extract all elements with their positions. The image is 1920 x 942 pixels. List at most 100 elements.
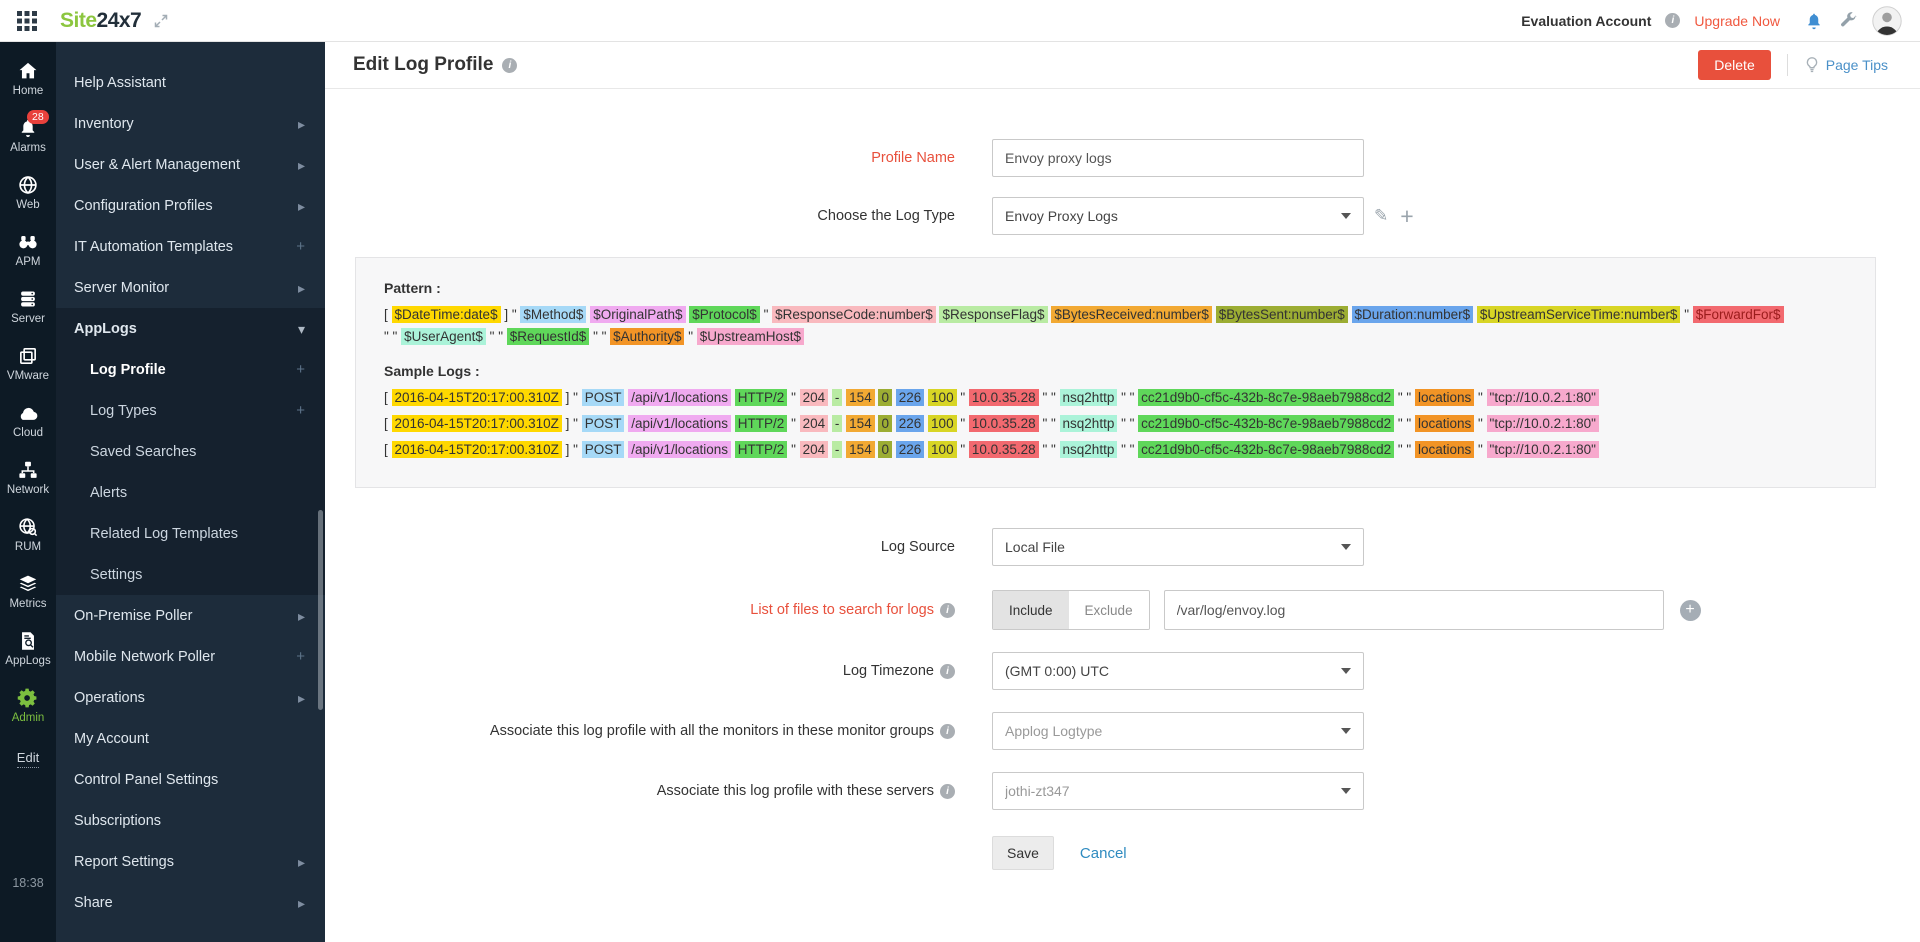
sidebar-item-operations[interactable]: Operations bbox=[56, 677, 325, 718]
sidebar-item-user-alert-management[interactable]: User & Alert Management bbox=[56, 144, 325, 185]
page-title-info-icon[interactable] bbox=[502, 57, 518, 73]
rail-item-label: VMware bbox=[6, 370, 50, 382]
notifications-bell-icon[interactable] bbox=[1804, 11, 1824, 31]
monitor-groups-dropdown[interactable]: Applog Logtype bbox=[992, 712, 1364, 750]
site24x7-logo[interactable]: Site 24x7 bbox=[60, 9, 142, 33]
rail-item-cloud[interactable]: Cloud bbox=[0, 392, 56, 449]
rail-item-applogs[interactable]: AppLogs bbox=[0, 620, 56, 677]
sidebar-item-settings[interactable]: Settings bbox=[56, 554, 325, 595]
rail-item-vmware[interactable]: VMware bbox=[0, 335, 56, 392]
log-token-blue: 226 bbox=[895, 441, 925, 458]
log-token-cyan: nsq2http bbox=[1059, 441, 1118, 458]
rail-items: Home 28 Alarms Web APM Server VMware Cloud Netwo… bbox=[0, 50, 56, 780]
log-token-red: 10.0.35.28 bbox=[968, 441, 1039, 458]
apps-grid-icon[interactable] bbox=[16, 10, 38, 32]
include-toggle-option[interactable]: Include bbox=[993, 591, 1069, 629]
log-token-plain: [ bbox=[384, 442, 392, 457]
rail-item-label: Server bbox=[11, 313, 45, 325]
file-path-input[interactable] bbox=[1163, 590, 1664, 630]
monitor-groups-label: Associate this log profile with all the … bbox=[325, 723, 955, 739]
pattern-preview-box: Pattern : [ $DateTime:date$ ] " $Method$… bbox=[355, 257, 1876, 488]
log-token-plain: ] " bbox=[561, 390, 582, 405]
chevron-down-icon bbox=[298, 322, 305, 336]
rail-item-rum[interactable]: RUM bbox=[0, 506, 56, 563]
profile-name-input[interactable] bbox=[992, 139, 1364, 177]
rail-item-admin[interactable]: Admin bbox=[0, 677, 56, 734]
log-token-olive: $BytesSent:number$ bbox=[1215, 306, 1348, 323]
page-tips-link[interactable]: Page Tips bbox=[1826, 57, 1888, 73]
sidebar-item-applogs[interactable]: AppLogs bbox=[56, 308, 325, 349]
server-icon bbox=[17, 288, 39, 310]
rail-item-network[interactable]: Network bbox=[0, 449, 56, 506]
sidebar-item-report-settings[interactable]: Report Settings bbox=[56, 841, 325, 882]
chevron-right-icon bbox=[298, 117, 305, 131]
add-file-button[interactable] bbox=[1679, 599, 1701, 621]
upgrade-now-link[interactable]: Upgrade Now bbox=[1694, 13, 1780, 29]
sidebar-item-server-monitor[interactable]: Server Monitor bbox=[56, 267, 325, 308]
rail-item-home[interactable]: Home bbox=[0, 50, 56, 107]
alarm-count-badge: 28 bbox=[27, 110, 49, 124]
sidebar: Help Assistant Inventory User & Alert Mana… bbox=[56, 42, 325, 942]
sidebar-item-help-assistant[interactable]: Help Assistant bbox=[56, 62, 325, 103]
log-token-pink: $UpstreamHost$ bbox=[696, 328, 805, 345]
rail-item-web[interactable]: Web bbox=[0, 164, 56, 221]
edit-log-type-pencil-icon[interactable] bbox=[1374, 206, 1388, 226]
log-token-green_l: - bbox=[831, 415, 843, 432]
save-button[interactable]: Save bbox=[992, 836, 1054, 870]
log-token-green: $RequestId$ bbox=[506, 328, 590, 345]
chevron-right-icon bbox=[298, 855, 305, 869]
tools-wrench-icon[interactable] bbox=[1838, 11, 1858, 31]
sidebar-item-log-profile[interactable]: Log Profile bbox=[56, 349, 325, 390]
sidebar-item-on-premise-poller[interactable]: On-Premise Poller bbox=[56, 595, 325, 636]
rail-item-apm[interactable]: APM bbox=[0, 221, 56, 278]
log-token-plain: ] " bbox=[561, 442, 582, 457]
sidebar-item-related-log-templates[interactable]: Related Log Templates bbox=[56, 513, 325, 554]
log-source-dropdown[interactable]: Local File bbox=[992, 528, 1364, 566]
cancel-link[interactable]: Cancel bbox=[1080, 845, 1127, 862]
rail-item-metrics[interactable]: Metrics bbox=[0, 563, 56, 620]
exclude-toggle-option[interactable]: Exclude bbox=[1068, 591, 1149, 629]
sidebar-item-configuration-profiles[interactable]: Configuration Profiles bbox=[56, 185, 325, 226]
servers-dropdown[interactable]: jothi-zt347 bbox=[992, 772, 1364, 810]
account-info-icon[interactable] bbox=[1665, 13, 1681, 28]
sidebar-item-alerts[interactable]: Alerts bbox=[56, 472, 325, 513]
log-token-green: cc21d9b0-cf5c-432b-8c7e-98aeb7988cd2 bbox=[1138, 441, 1395, 458]
sidebar-item-subscriptions[interactable]: Subscriptions bbox=[56, 800, 325, 841]
delete-button[interactable]: Delete bbox=[1698, 50, 1771, 80]
log-type-value: Envoy Proxy Logs bbox=[1005, 208, 1118, 224]
log-token-plain: [ bbox=[384, 416, 392, 431]
rail-item-edit[interactable]: Edit bbox=[0, 734, 56, 780]
sidebar-item-control-panel-settings[interactable]: Control Panel Settings bbox=[56, 759, 325, 800]
user-avatar[interactable] bbox=[1872, 5, 1902, 36]
log-token-plain: [ bbox=[384, 390, 392, 405]
log-token-blue_l: POST bbox=[581, 441, 625, 458]
sidebar-item-saved-searches[interactable]: Saved Searches bbox=[56, 431, 325, 472]
log-token-yellow: 2016-04-15T20:17:00.310Z bbox=[391, 415, 562, 432]
sidebar-item-inventory[interactable]: Inventory bbox=[56, 103, 325, 144]
sidebar-item-mobile-network-poller[interactable]: Mobile Network Poller bbox=[56, 636, 325, 677]
file-list-info-icon[interactable] bbox=[940, 602, 955, 618]
sidebar-item-it-automation-templates[interactable]: IT Automation Templates bbox=[56, 226, 325, 267]
rail-item-label: Edit bbox=[16, 750, 40, 768]
sidebar-item-share[interactable]: Share bbox=[56, 882, 325, 923]
monitor-groups-info-icon[interactable] bbox=[940, 723, 955, 739]
log-token-blue: 226 bbox=[895, 389, 925, 406]
rail-item-server[interactable]: Server bbox=[0, 278, 56, 335]
rail-item-alarms[interactable]: 28 Alarms bbox=[0, 107, 56, 164]
servers-info-icon[interactable] bbox=[940, 783, 955, 799]
log-token-plain: " " bbox=[1117, 442, 1139, 457]
log-source-label: Log Source bbox=[880, 539, 955, 555]
log-token-orange: locations bbox=[1414, 415, 1475, 432]
sidebar-item-my-account[interactable]: My Account bbox=[56, 718, 325, 759]
sidebar-scrollbar[interactable] bbox=[318, 510, 323, 710]
timezone-dropdown[interactable]: (GMT 0:00) UTC bbox=[992, 652, 1364, 690]
timezone-info-icon[interactable] bbox=[940, 663, 955, 679]
sidebar-item-partial-item[interactable] bbox=[56, 923, 325, 942]
timezone-label-text: Log Timezone bbox=[842, 663, 934, 679]
log-token-plain: " " bbox=[1038, 442, 1060, 457]
expand-icon[interactable] bbox=[153, 13, 169, 29]
add-log-type-icon[interactable] bbox=[1400, 205, 1413, 228]
sidebar-item-log-types[interactable]: Log Types bbox=[56, 390, 325, 431]
log-type-dropdown[interactable]: Envoy Proxy Logs bbox=[992, 197, 1364, 235]
main-content: Edit Log Profile Delete Page Tips Profil… bbox=[325, 42, 1920, 942]
